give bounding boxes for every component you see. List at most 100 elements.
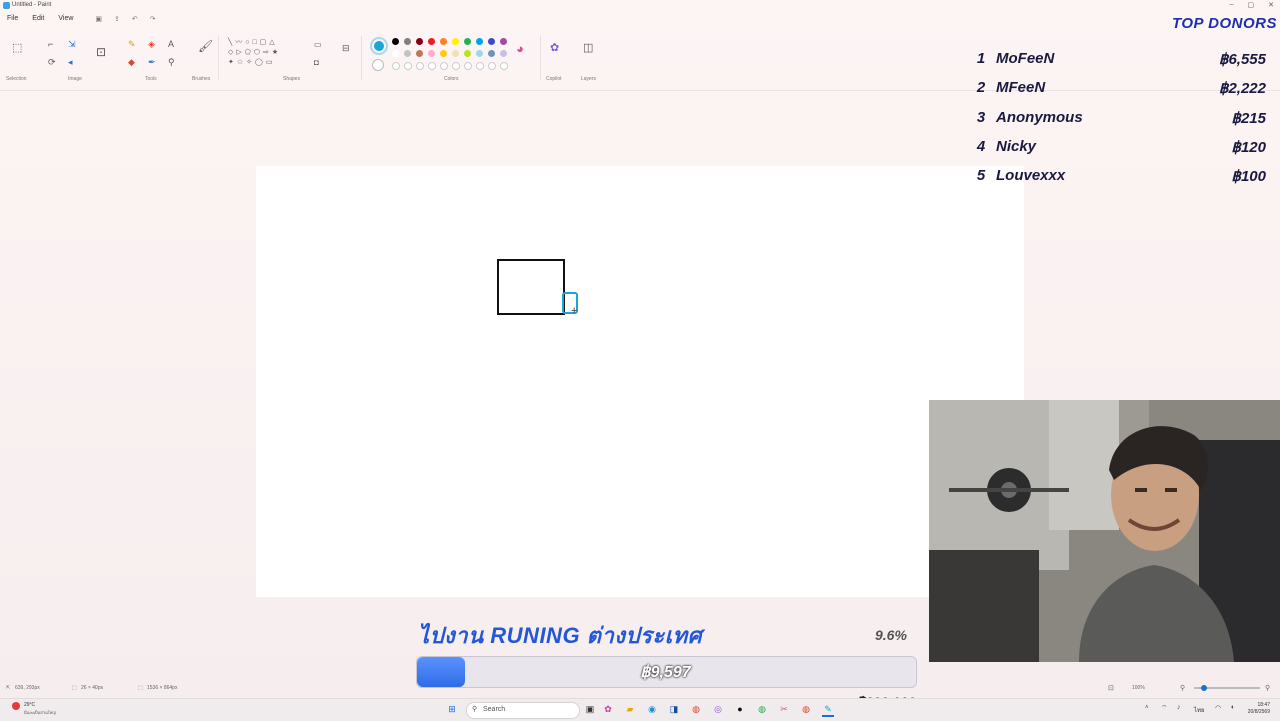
- edit-colors-icon[interactable]: ◕: [516, 42, 524, 55]
- outline-icon[interactable]: ▭: [314, 40, 322, 49]
- color-swatch[interactable]: [464, 38, 471, 45]
- rotate-icon[interactable]: ⟳: [48, 58, 56, 67]
- donor-row: 5 Louvexxx ฿100: [974, 167, 1266, 189]
- chrome-alt-icon[interactable]: ◍: [800, 703, 812, 715]
- menu-view[interactable]: View: [58, 15, 73, 27]
- crosshair-cursor-icon: +: [571, 305, 578, 317]
- pencil-icon[interactable]: ✎: [128, 40, 136, 49]
- custom-color-slot[interactable]: [392, 62, 400, 70]
- copilot-app-icon[interactable]: ✿: [602, 703, 614, 715]
- clock-time[interactable]: 18:47: [1244, 702, 1270, 708]
- color-swatch[interactable]: [500, 50, 507, 57]
- eraser-icon[interactable]: ◆: [128, 58, 135, 67]
- hidden-icons-chevron[interactable]: ˄: [1145, 705, 1149, 711]
- color-picker-icon[interactable]: ✒: [148, 58, 156, 67]
- separator: [361, 36, 362, 80]
- menu-file[interactable]: File: [7, 15, 18, 27]
- color-swatch[interactable]: [428, 50, 435, 57]
- color-swatch[interactable]: [392, 38, 399, 45]
- task-view-icon[interactable]: ▣: [584, 703, 596, 715]
- volume-tray-icon[interactable]: ♪: [1177, 704, 1181, 711]
- obs-icon[interactable]: ●: [734, 703, 746, 715]
- fit-to-window-icon[interactable]: ⊡: [1108, 684, 1114, 692]
- custom-color-slot[interactable]: [440, 62, 448, 70]
- zoom-in-icon[interactable]: ⚲: [1265, 684, 1270, 692]
- select-image-icon[interactable]: ⊡: [96, 46, 106, 58]
- color-swatch[interactable]: [416, 50, 423, 57]
- brush-icon[interactable]: 🖌: [198, 40, 213, 52]
- donor-amount: ฿215: [1231, 110, 1266, 127]
- custom-color-slot[interactable]: [464, 62, 472, 70]
- title-bar: Untitled - Paint – ▢ ✕: [0, 0, 1280, 12]
- input-language[interactable]: ไทย: [1194, 705, 1205, 715]
- custom-color-slot[interactable]: [500, 62, 508, 70]
- rect-select-icon[interactable]: ⬚: [12, 43, 22, 54]
- color-swatch[interactable]: [476, 38, 483, 45]
- color-swatch[interactable]: [488, 50, 495, 57]
- custom-color-slot[interactable]: [404, 62, 412, 70]
- drawing-canvas[interactable]: [256, 166, 1024, 597]
- zoom-slider[interactable]: [1194, 685, 1260, 691]
- copilot-icon[interactable]: ✿: [550, 43, 559, 54]
- custom-color-slot[interactable]: [488, 62, 496, 70]
- zoom-out-icon[interactable]: ⚲: [1180, 684, 1185, 692]
- network-tray-icon[interactable]: ⌔: [1161, 704, 1168, 713]
- outlook-icon[interactable]: ◨: [668, 703, 680, 715]
- layers-icon[interactable]: ◫: [583, 43, 593, 54]
- zoom-slider-thumb[interactable]: [1201, 685, 1207, 691]
- active-color-ring[interactable]: [370, 37, 388, 55]
- paint-taskbar-icon[interactable]: ✎: [822, 703, 834, 717]
- custom-color-slot[interactable]: [416, 62, 424, 70]
- secondary-color-swatch[interactable]: [372, 59, 384, 71]
- color-swatch[interactable]: [488, 38, 495, 45]
- minimize-button[interactable]: –: [1230, 1, 1234, 9]
- menu-edit[interactable]: Edit: [32, 15, 44, 27]
- color-swatch[interactable]: [404, 38, 411, 45]
- color-swatch[interactable]: [440, 50, 447, 57]
- start-windows-icon[interactable]: ⊞: [446, 703, 458, 715]
- color-swatch[interactable]: [452, 38, 459, 45]
- color-swatch[interactable]: [428, 38, 435, 45]
- cursor-position: 639, 293px: [15, 685, 40, 691]
- snipping-tool-icon[interactable]: ✂: [778, 703, 790, 715]
- shape-gallery-more-icon[interactable]: ⊟: [342, 44, 350, 53]
- edge-icon[interactable]: ◉: [646, 703, 658, 715]
- taskbar-search[interactable]: ⚲ Search: [466, 702, 580, 719]
- fill-icon[interactable]: ◈: [148, 40, 155, 49]
- color-swatch[interactable]: [500, 38, 507, 45]
- save-icon[interactable]: ▣: [95, 15, 102, 27]
- magnifier-icon[interactable]: ⚲: [168, 58, 175, 67]
- share-icon[interactable]: ⇪: [114, 15, 120, 27]
- color-swatch[interactable]: [476, 50, 483, 57]
- redo-icon[interactable]: ↷: [150, 15, 156, 27]
- weather-alert-icon[interactable]: [12, 702, 20, 710]
- shape-fill-icon[interactable]: ◘: [314, 58, 319, 67]
- file-explorer-icon[interactable]: ▰: [624, 703, 636, 715]
- crop-icon[interactable]: ⌐: [48, 40, 53, 49]
- undo-icon[interactable]: ↶: [132, 15, 138, 27]
- shapes-gallery[interactable]: ╲〰○□▢△ ◇▷⬠⬡⇨★ ✦☆✧◯▭: [228, 38, 308, 68]
- color-swatch[interactable]: [416, 38, 423, 45]
- wifi-tray-icon[interactable]: ◠: [1215, 704, 1221, 712]
- custom-color-slot[interactable]: [428, 62, 436, 70]
- chrome-profile-icon[interactable]: ◍: [756, 703, 768, 715]
- custom-color-slot[interactable]: [452, 62, 460, 70]
- color-swatch[interactable]: [464, 50, 471, 57]
- color-swatch[interactable]: [452, 50, 459, 57]
- custom-color-slot[interactable]: [476, 62, 484, 70]
- color-swatch[interactable]: [392, 50, 399, 57]
- speaker-tray-icon[interactable]: ◖: [1230, 704, 1234, 711]
- text-icon[interactable]: A: [168, 40, 174, 49]
- flip-icon[interactable]: ◂: [68, 58, 73, 67]
- maximize-button[interactable]: ▢: [1248, 1, 1255, 9]
- search-icon: ⚲: [472, 706, 478, 713]
- chrome-icon[interactable]: ◍: [690, 703, 702, 715]
- discord-icon[interactable]: ◎: [712, 703, 724, 715]
- donor-amount: ฿120: [1231, 139, 1266, 156]
- clock-date[interactable]: 20/8/2569: [1240, 709, 1270, 715]
- color-swatch[interactable]: [440, 38, 447, 45]
- close-button[interactable]: ✕: [1268, 1, 1274, 9]
- zoom-level[interactable]: 100%: [1132, 685, 1145, 691]
- resize-icon[interactable]: ⇲: [68, 40, 76, 49]
- color-swatch[interactable]: [404, 50, 411, 57]
